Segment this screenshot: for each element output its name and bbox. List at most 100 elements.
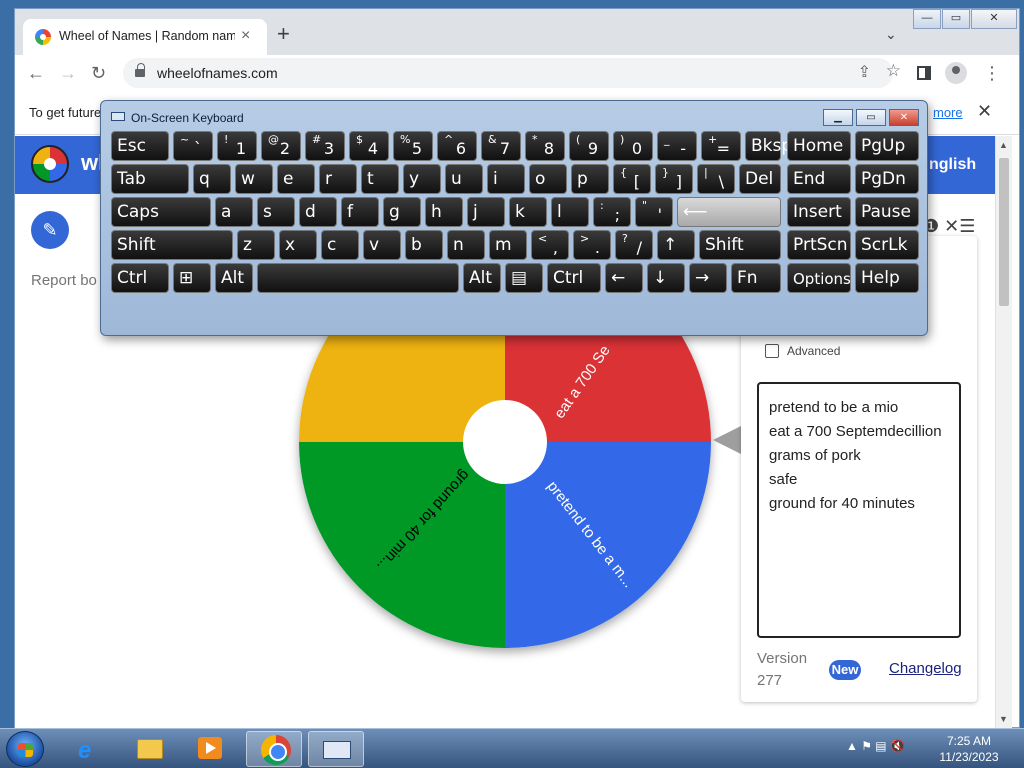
menu-icon[interactable]: ⋮ — [983, 61, 1001, 85]
taskbar-chrome[interactable] — [246, 731, 302, 767]
key-insert[interactable]: Insert — [787, 197, 851, 227]
edit-pencil-icon[interactable]: ✎ — [31, 211, 69, 249]
key-symbol[interactable]: " ' — [635, 197, 673, 227]
key-c[interactable]: c — [321, 230, 359, 260]
advanced-checkbox[interactable] — [765, 344, 779, 358]
key-symbol[interactable]: }] — [655, 164, 693, 194]
key-b[interactable]: b — [405, 230, 443, 260]
taskbar-on-screen-keyboard[interactable] — [308, 731, 364, 767]
key-symbol[interactable]: ? / — [615, 230, 653, 260]
key-y[interactable]: y — [403, 164, 441, 194]
osk-minimize-button[interactable]: ▁ — [823, 109, 853, 126]
key-v[interactable]: v — [363, 230, 401, 260]
osk-titlebar[interactable]: On-Screen Keyboard ▁ ▭ ✕ — [101, 101, 927, 129]
side-panel-icon[interactable] — [917, 66, 931, 80]
start-button[interactable] — [6, 731, 44, 767]
key-symbol[interactable]: + = — [701, 131, 741, 161]
key-p[interactable]: p — [571, 164, 609, 194]
key-prtscn[interactable]: PrtScn — [787, 230, 851, 260]
back-icon[interactable]: ← — [27, 61, 45, 85]
forward-icon[interactable]: → — [59, 61, 77, 85]
report-text[interactable]: Report bo — [31, 272, 97, 289]
key-4[interactable]: $4 — [349, 131, 389, 161]
url-text[interactable]: wheelofnames.com — [157, 65, 278, 81]
key-symbol[interactable]: | \ — [697, 164, 735, 194]
osk-close-button[interactable]: ✕ — [889, 109, 919, 126]
scroll-up-icon[interactable]: ▲ — [999, 140, 1008, 150]
key-pgdn[interactable]: PgDn — [855, 164, 919, 194]
key-e[interactable]: e — [277, 164, 315, 194]
key-q[interactable]: q — [193, 164, 231, 194]
language-selector[interactable]: nglish — [929, 156, 976, 174]
key-x[interactable]: x — [279, 230, 317, 260]
taskbar-internet-explorer[interactable]: e — [62, 731, 118, 767]
key-t[interactable]: t — [361, 164, 399, 194]
key-h[interactable]: h — [425, 197, 463, 227]
key-symbol[interactable]: ↓ — [647, 263, 685, 293]
scroll-down-icon[interactable]: ▼ — [999, 714, 1008, 724]
key-k[interactable]: k — [509, 197, 547, 227]
share-icon[interactable]: ⇪ — [858, 62, 871, 82]
key-7[interactable]: & 7 — [481, 131, 521, 161]
key-symbol[interactable]: ⊞ — [173, 263, 211, 293]
key-g[interactable]: g — [383, 197, 421, 227]
key-n[interactable]: n — [447, 230, 485, 260]
key-symbol[interactable]: _ - — [657, 131, 697, 161]
system-tray-icons[interactable]: ▲ ⚑ ▤ 🔇 — [846, 739, 905, 753]
new-tab-button[interactable]: + — [277, 23, 290, 45]
bookmark-star-icon[interactable]: ☆ — [886, 61, 901, 81]
key-9[interactable]: (9 — [569, 131, 609, 161]
key-help[interactable]: Help — [855, 263, 919, 293]
key-a[interactable]: a — [215, 197, 253, 227]
key-shift[interactable]: Shift — [699, 230, 781, 260]
tab-search-button[interactable]: ⌄ — [885, 26, 897, 43]
key-o[interactable]: o — [529, 164, 567, 194]
key-j[interactable]: j — [467, 197, 505, 227]
key-i[interactable]: i — [487, 164, 525, 194]
key-r[interactable]: r — [319, 164, 357, 194]
taskbar-media-player[interactable] — [182, 731, 238, 767]
maximize-button[interactable]: ▭ — [942, 9, 970, 29]
close-infobar-icon[interactable]: ✕ — [977, 101, 992, 122]
page-scrollbar[interactable]: ▲ ▼ — [995, 136, 1012, 728]
key-del[interactable]: Del — [739, 164, 781, 194]
key-u[interactable]: u — [445, 164, 483, 194]
key-symbol[interactable]: >. — [573, 230, 611, 260]
key-shift[interactable]: Shift — [111, 230, 233, 260]
key-home[interactable]: Home — [787, 131, 851, 161]
wheel-center[interactable] — [463, 400, 547, 484]
key-alt[interactable]: Alt — [463, 263, 501, 293]
key-symbol[interactable]: ▤ — [505, 263, 543, 293]
key-esc[interactable]: Esc — [111, 131, 169, 161]
changelog-link[interactable]: Changelog — [889, 660, 962, 677]
key-0[interactable]: ) 0 — [613, 131, 653, 161]
reload-icon[interactable]: ↻ — [91, 61, 106, 85]
key-d[interactable]: d — [299, 197, 337, 227]
key-symbol[interactable]: ⟵ — [677, 197, 781, 227]
scrollbar-thumb[interactable] — [999, 158, 1009, 306]
key-bksp[interactable]: Bksp — [745, 131, 792, 161]
key-symbol[interactable]: ↑ — [657, 230, 695, 260]
key-end[interactable]: End — [787, 164, 851, 194]
key-symbol[interactable]: <, — [531, 230, 569, 260]
address-bar[interactable]: wheelofnames.com ⇪ ☆ — [123, 58, 901, 88]
key-symbol[interactable]: :; — [593, 197, 631, 227]
key-symbol[interactable]: {[ — [613, 164, 651, 194]
minimize-button[interactable]: — — [913, 9, 941, 29]
key-l[interactable]: l — [551, 197, 589, 227]
key-ctrl[interactable]: Ctrl — [547, 263, 601, 293]
key-alt[interactable]: Alt — [215, 263, 253, 293]
key-s[interactable]: s — [257, 197, 295, 227]
learn-more-link[interactable]: more — [933, 105, 963, 120]
close-window-button[interactable]: ✕ — [971, 9, 1017, 29]
clock[interactable]: 7:25 AM 11/23/2023 — [924, 733, 1014, 765]
close-tab-icon[interactable]: × — [241, 27, 250, 45]
key-symbol[interactable]: → — [689, 263, 727, 293]
key-fn[interactable]: Fn — [731, 263, 781, 293]
key-scrlk[interactable]: ScrLk — [855, 230, 919, 260]
key-pause[interactable]: Pause — [855, 197, 919, 227]
taskbar-file-explorer[interactable] — [122, 731, 178, 767]
key-m[interactable]: m — [489, 230, 527, 260]
key-8[interactable]: * 8 — [525, 131, 565, 161]
entries-toolbar-icons[interactable]: ❶ ✕☰ — [923, 216, 975, 237]
